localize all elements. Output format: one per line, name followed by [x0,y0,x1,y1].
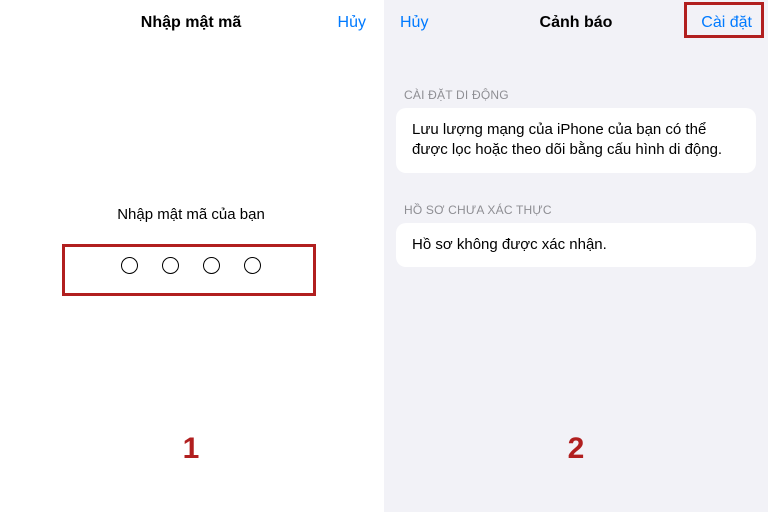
passcode-screen: Nhập mật mã Hủy Nhập mật mã của bạn 1 [0,0,384,512]
step-number: 1 [0,432,382,466]
nav-title: Cảnh báo [470,14,682,32]
mobile-settings-warning: Lưu lượng mạng của iPhone của bạn có thể… [396,108,756,173]
cancel-button[interactable]: Hủy [400,14,428,32]
highlight-box [684,2,764,38]
passcode-prompt: Nhập mật mã của bạn [0,206,382,223]
section-header-unverified: HỒ SƠ CHƯA XÁC THỰC [384,203,768,217]
highlight-box [62,244,316,296]
section-header-mobile: CÀI ĐẶT DI ĐỘNG [384,88,768,102]
nav-title: Nhập mật mã [86,14,296,32]
unverified-profile-warning: Hồ sơ không được xác nhận. [396,223,756,267]
navbar-left: Nhập mật mã Hủy [0,0,382,46]
warning-screen: Hủy Cảnh báo Cài đặt CÀI ĐẶT DI ĐỘNG Lưu… [384,0,768,512]
cancel-button[interactable]: Hủy [338,14,366,32]
step-number: 2 [384,432,768,466]
